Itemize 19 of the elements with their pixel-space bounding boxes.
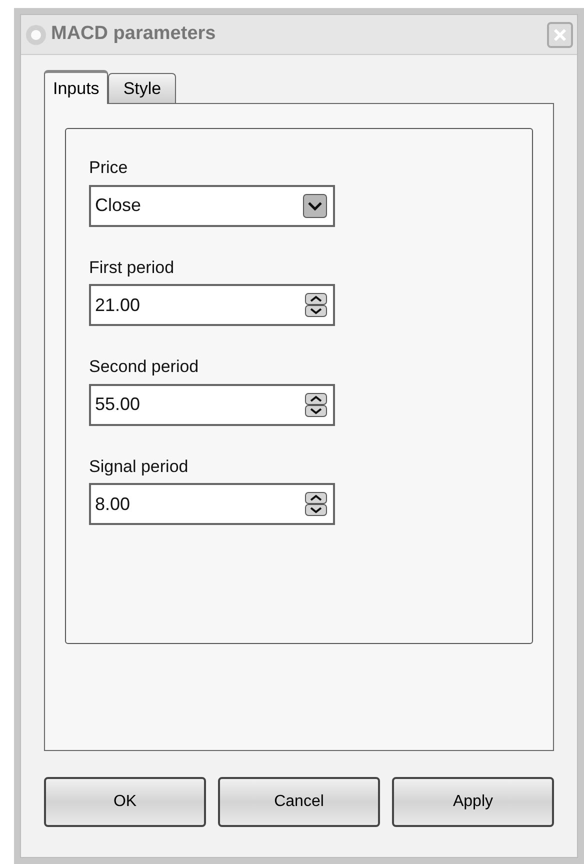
dialog-button[interactable]: Apply bbox=[392, 777, 554, 827]
spinner-arrows-icon[interactable] bbox=[305, 392, 327, 416]
number-field[interactable]: 55.00 bbox=[89, 384, 335, 426]
field-label: Signal period bbox=[89, 456, 190, 478]
close-icon bbox=[553, 28, 567, 42]
app-logo-icon bbox=[25, 24, 47, 46]
dialog-button[interactable]: Cancel bbox=[218, 777, 380, 827]
tab[interactable]: Inputs bbox=[44, 70, 108, 104]
tab[interactable]: Style bbox=[108, 73, 176, 103]
spinner-arrows-icon[interactable] bbox=[305, 293, 327, 317]
field-label: Second period bbox=[89, 356, 200, 378]
number-field[interactable]: 8.00 bbox=[89, 483, 335, 525]
number-field[interactable]: 21.00 bbox=[89, 284, 335, 326]
dialog-button[interactable]: OK bbox=[44, 777, 206, 827]
window-title: MACD parameters bbox=[51, 22, 216, 46]
dropdown-field[interactable]: Close bbox=[89, 184, 335, 226]
spinner-arrows-icon[interactable] bbox=[305, 492, 327, 516]
field-label: First period bbox=[89, 256, 176, 278]
field-label: Price bbox=[89, 157, 129, 179]
